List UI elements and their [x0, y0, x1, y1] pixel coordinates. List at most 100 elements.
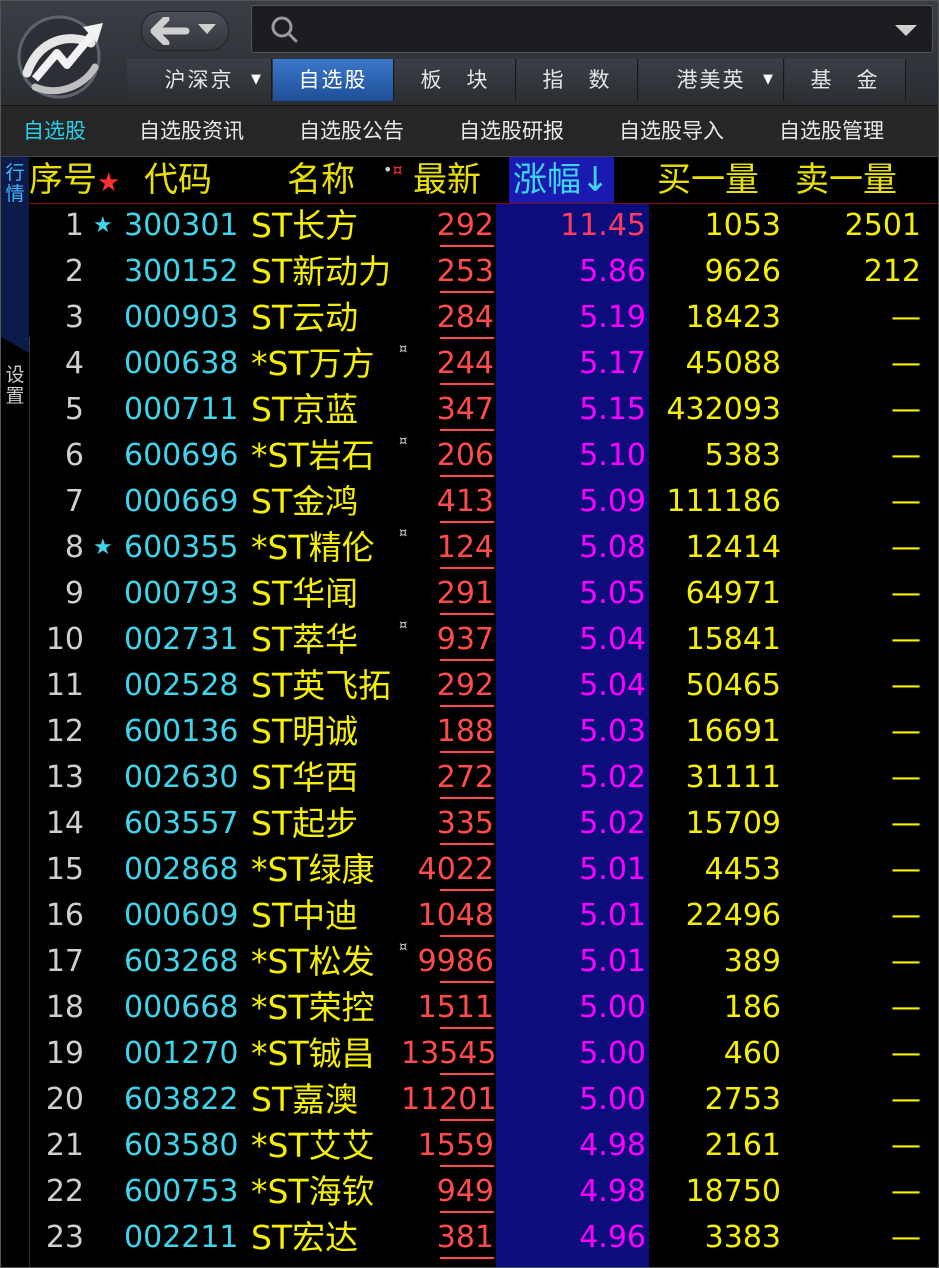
subnav-manage[interactable]: 自选股管理	[779, 106, 884, 156]
row-index: 10	[45, 622, 84, 657]
table-row[interactable]: 14 603557 ST起步 335 5.02 15709 —	[29, 801, 938, 847]
side-tab-settings[interactable]: 设置	[1, 337, 30, 1267]
stock-name: ST新动力	[251, 252, 392, 291]
tab-notch	[1, 337, 29, 353]
price-underline	[440, 383, 494, 385]
table-row[interactable]: 17 603268 *ST松发 ¤ 9986 5.01 389—	[29, 939, 938, 985]
table-row[interactable]: 3 000903 ST云动 284 5.19 18423 —	[29, 295, 938, 341]
col-index-header[interactable]: 序号★	[29, 157, 120, 203]
table-row[interactable]: 4 000638 *ST万方 ¤ 244 5.17 45088—	[29, 341, 938, 387]
last-price-value: 9986	[417, 944, 494, 979]
app-logo-icon[interactable]	[5, 9, 121, 101]
last-price-value: 335	[436, 806, 494, 841]
change-percent: 5.01	[579, 944, 646, 979]
table-row[interactable]: 5 000711 ST京蓝 347 5.15 432093 —	[29, 387, 938, 433]
favorite-star-icon: ★	[93, 535, 113, 560]
table-row[interactable]: 9 000793 ST华闻 291 5.05 64971 —	[29, 571, 938, 617]
row-index: 21	[45, 1128, 84, 1163]
bid-volume: 2161	[704, 1128, 781, 1163]
dropdown-triangle-icon: ▼	[251, 72, 263, 87]
tab-watchlist[interactable]: 自选股	[273, 59, 394, 101]
stock-code: 002528	[124, 668, 239, 703]
app-window: 沪深京 ▼ 自选股 板 块 指 数 港美英 ▼ 基 金 自选股 自选股资讯 自选	[0, 0, 939, 1268]
stock-name: ST京蓝	[251, 390, 359, 429]
change-percent: 4.96	[579, 1220, 646, 1255]
stock-name: *ST艾艾	[251, 1126, 375, 1165]
tab-hushenjing[interactable]: 沪深京 ▼	[127, 59, 272, 101]
col-bid-volume-header[interactable]: 买一量	[657, 157, 759, 203]
last-price-value: 188	[436, 714, 494, 749]
last-price-value: 292	[436, 668, 494, 703]
subnav-news[interactable]: 自选股资讯	[139, 106, 244, 156]
stock-code: 603822	[124, 1082, 239, 1117]
search-box[interactable]	[251, 5, 933, 53]
table-row[interactable]: 12 600136 ST明诚 188 5.03 16691 —	[29, 709, 938, 755]
last-price: 9986	[401, 939, 494, 985]
table-row[interactable]: 11 002528 ST英飞拓 292 5.04 50465 —	[29, 663, 938, 709]
table-row[interactable]: 22 600753 *ST海钦 949 4.98 18750 —	[29, 1169, 938, 1215]
side-tab-quotes-label: 行情	[5, 162, 25, 205]
tab-hk-us-uk[interactable]: 港美英 ▼	[639, 59, 784, 101]
side-tab-quotes[interactable]: 行情	[1, 157, 29, 337]
stock-name: ST金鸿	[251, 482, 359, 521]
table-row[interactable]: 15 002868 *ST绿康 4022 5.01 4453 —	[29, 847, 938, 893]
bid-volume: 18750	[685, 1174, 781, 1209]
last-price-value: 244	[436, 346, 494, 381]
table-row[interactable]: 20 603822 ST嘉澳 11201 5.00 2753 —	[29, 1077, 938, 1123]
table-row[interactable]: 7 000669 ST金鸿 413 5.09 111186 —	[29, 479, 938, 525]
price-underline	[440, 1165, 494, 1167]
table-row[interactable]: 1 ★ 300301 ST长方 292 11.45 1053 2501	[29, 203, 938, 249]
table-row[interactable]: 23 002211 ST宏达 381 4.96 3383 —	[29, 1215, 938, 1261]
bid-volume: 12414	[685, 530, 781, 565]
tab-sectors[interactable]: 板 块	[395, 59, 516, 101]
last-price: 11201	[401, 1077, 496, 1123]
table-row[interactable]: 18 000668 *ST荣控 1511 5.00 186 —	[29, 985, 938, 1031]
row-index: 4	[64, 346, 84, 381]
bid-volume: 45088	[685, 346, 781, 381]
ask-volume: —	[891, 346, 921, 381]
change-percent: 5.01	[579, 852, 646, 887]
row-index: 16	[45, 898, 84, 933]
subnav-import[interactable]: 自选股导入	[619, 106, 724, 156]
stock-name: *ST绿康	[251, 850, 375, 889]
search-input[interactable]	[312, 14, 876, 44]
chevron-down-icon[interactable]	[894, 24, 918, 38]
row-index: 9	[64, 576, 84, 611]
col-last-header[interactable]: 最新	[413, 157, 481, 203]
row-index: 22	[45, 1174, 84, 1209]
ask-volume: —	[891, 576, 921, 611]
table-row[interactable]: 16 000609 ST中迪 1048 5.01 22496 —	[29, 893, 938, 939]
subnav-research[interactable]: 自选股研报	[459, 106, 564, 156]
last-price: 937	[401, 617, 494, 663]
col-ask-volume-header[interactable]: 卖一量	[795, 157, 897, 203]
ask-volume: —	[891, 622, 921, 657]
table-row[interactable]: 8 ★ 600355 *ST精伦 ¤ 124 5.08 12414—	[29, 525, 938, 571]
table-row[interactable]: 6 600696 *ST岩石 ¤ 206 5.10 5383—	[29, 433, 938, 479]
col-change-header[interactable]: 涨幅↓	[509, 157, 614, 203]
last-price: 188	[401, 709, 494, 755]
col-code-header[interactable]: 代码	[144, 157, 212, 203]
tab-indices[interactable]: 指 数	[517, 59, 638, 101]
table-row[interactable]: 2 300152 ST新动力 253 5.86 9626 212	[29, 249, 938, 295]
chevron-down-icon[interactable]	[196, 22, 218, 36]
change-percent: 4.98	[579, 1174, 646, 1209]
col-name-header[interactable]: 名称	[287, 157, 355, 203]
change-percent: 5.10	[579, 438, 646, 473]
subnav-watchlist[interactable]: 自选股	[23, 106, 86, 156]
dropdown-triangle-icon: ▼	[763, 72, 775, 87]
last-price: 206	[401, 433, 494, 479]
bid-volume: 9626	[704, 254, 781, 289]
tab-funds[interactable]: 基 金	[785, 59, 906, 101]
back-button[interactable]	[141, 11, 229, 51]
last-price-value: 272	[436, 760, 494, 795]
table-row[interactable]: 19 001270 *ST铖昌 13545 5.00 460 —	[29, 1031, 938, 1077]
table-row[interactable]: 21 603580 *ST艾艾 1559 4.98 2161 —	[29, 1123, 938, 1169]
row-index: 19	[45, 1036, 84, 1071]
table-row[interactable]: 10 002731 ST萃华 ¤ 937 5.04 15841—	[29, 617, 938, 663]
ask-volume: —	[891, 852, 921, 887]
stock-code: 002211	[124, 1220, 239, 1255]
stock-code: 600696	[124, 438, 239, 473]
last-price: 335	[401, 801, 494, 847]
table-row[interactable]: 13 002630 ST华西 272 5.02 31111 —	[29, 755, 938, 801]
tab-label: 沪深京	[164, 68, 234, 92]
